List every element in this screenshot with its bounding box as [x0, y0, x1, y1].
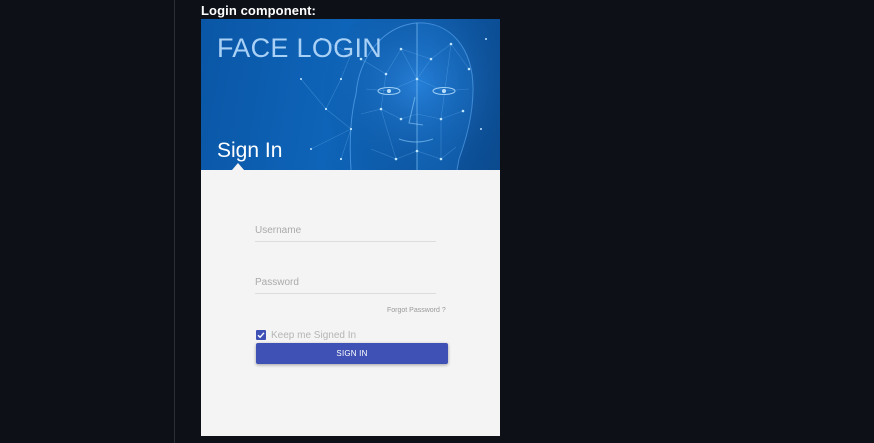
remember-me-row: Keep me Signed In: [256, 329, 356, 341]
vertical-divider: [174, 0, 175, 443]
sign-in-button[interactable]: SIGN IN: [256, 343, 448, 364]
remember-me-label: Keep me Signed In: [271, 329, 357, 341]
checkmark-icon: [257, 332, 265, 339]
page: Login component: FACE LOGIN Sign In User…: [0, 0, 874, 443]
login-banner: FACE LOGIN Sign In: [201, 19, 500, 170]
section-heading: Login component:: [201, 3, 316, 18]
login-card: FACE LOGIN Sign In Forgot Password ? Kee…: [201, 19, 500, 436]
remember-me-checkbox[interactable]: [256, 330, 266, 340]
forgot-password-link[interactable]: Forgot Password ?: [387, 307, 446, 314]
sign-in-tab-label[interactable]: Sign In: [217, 139, 282, 163]
username-input[interactable]: [255, 219, 436, 242]
password-input[interactable]: [255, 271, 436, 294]
banner-title: FACE LOGIN: [217, 33, 383, 63]
active-tab-caret-icon: [232, 163, 244, 170]
